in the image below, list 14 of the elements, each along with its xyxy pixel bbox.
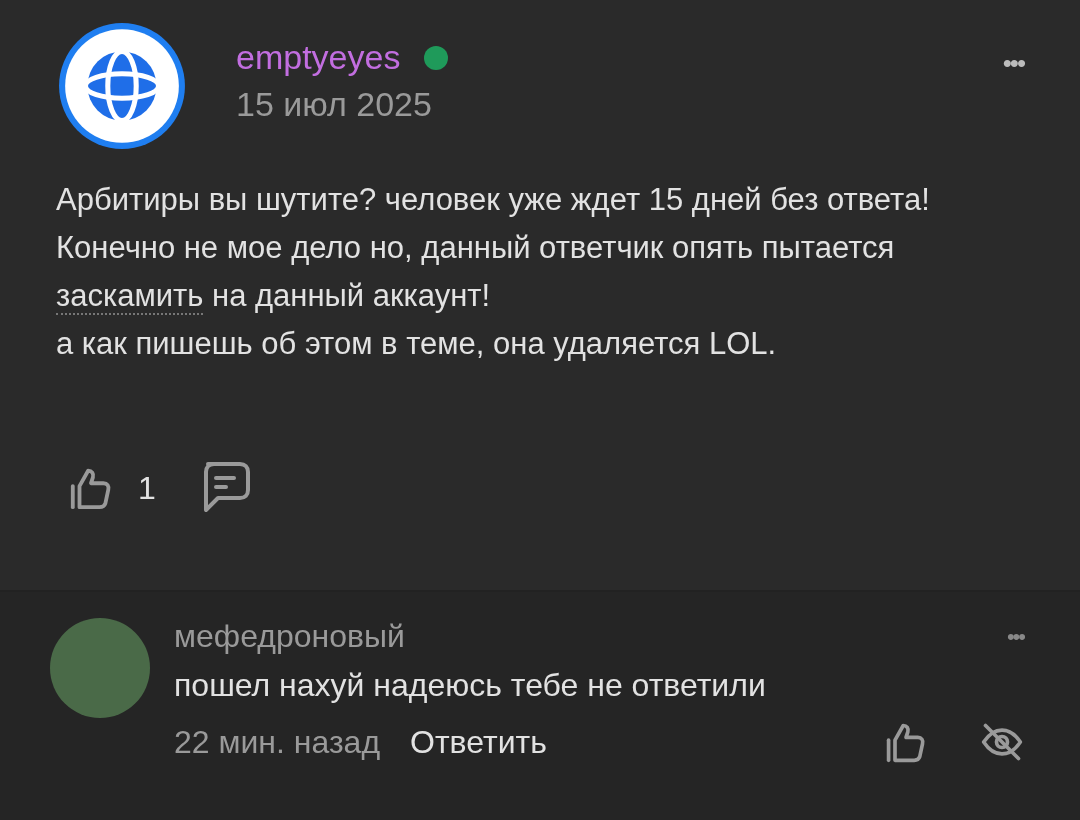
more-options-button[interactable]: •••: [1006, 623, 1024, 650]
username[interactable]: emptyeyes: [236, 38, 401, 77]
post-text: Арбитиры вы шутите? человек уже ждет 15 дней без ответа!: [56, 181, 931, 219]
username[interactable]: мефедроновый: [174, 618, 405, 655]
post-text: Конечно не мое дело но, данный ответчик опять пытается заскамить на данный аккаунт!: [56, 229, 896, 317]
comment-time: 22 мин. назад: [174, 723, 381, 761]
reply-button[interactable]: Ответить: [410, 723, 547, 761]
like-count: 1: [138, 469, 156, 507]
post-date: 15 июл 2025: [236, 85, 433, 124]
globe-avatar-icon: [56, 20, 188, 152]
comment-text: пошел нахуй надеюсь тебе не ответили: [174, 667, 767, 704]
post-text: а как пишешь об этом в теме, она удаляется LOL.: [56, 325, 778, 363]
more-options-button[interactable]: •••: [1002, 20, 1024, 79]
term-link[interactable]: заскамить: [56, 278, 204, 315]
